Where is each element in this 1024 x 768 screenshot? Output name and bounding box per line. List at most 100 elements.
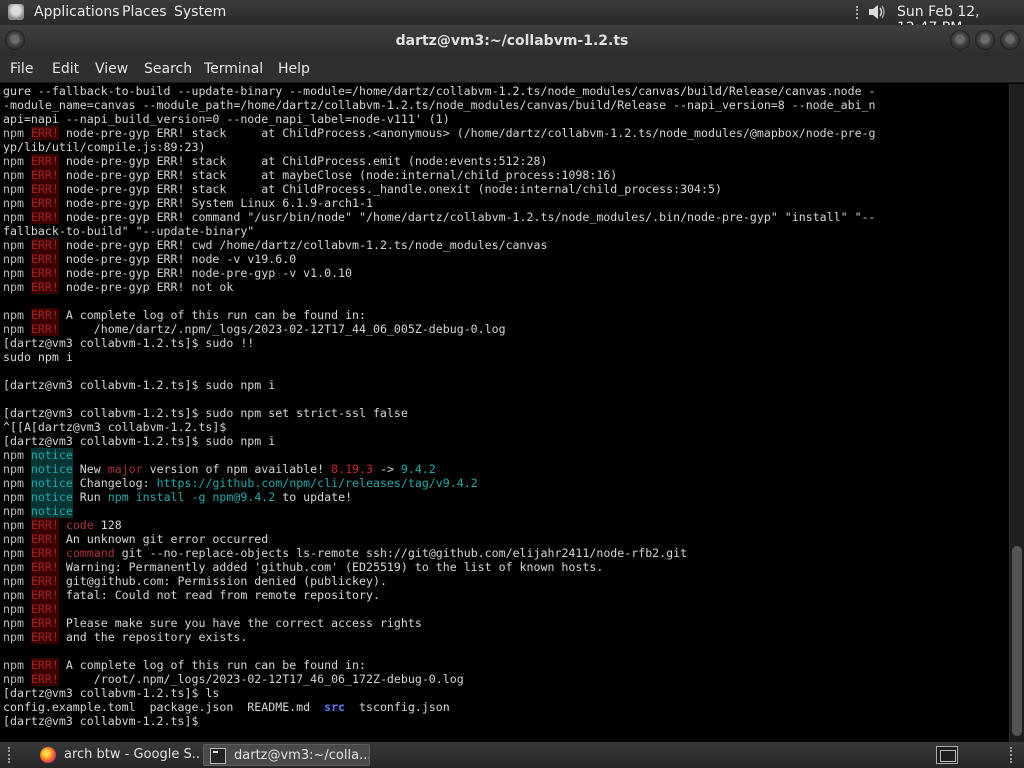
err-tag: ERR!: [30, 322, 59, 336]
terminal-text: command: [65, 546, 115, 560]
terminal-line: npm ERR! node-pre-gyp ERR! not ok: [3, 280, 1009, 294]
terminal-text: config.example.toml package.json README.…: [3, 700, 325, 714]
err-tag: ERR!: [30, 602, 59, 616]
terminal-text: node-pre-gyp ERR! command "/usr/bin/node…: [58, 210, 876, 224]
taskbar-item-browser[interactable]: arch btw - Google S...: [34, 744, 200, 766]
terminal-line: npm ERR! git@github.com: Permission deni…: [3, 574, 1009, 588]
terminal-line: npm ERR! node-pre-gyp ERR! stack at Chil…: [3, 126, 1009, 140]
menu-edit[interactable]: Edit: [52, 61, 79, 77]
err-tag: ERR!: [30, 560, 59, 574]
terminal-text: and the repository exists.: [58, 630, 248, 644]
terminal-text: yp/lib/util/compile.js:89:23): [3, 140, 206, 154]
maximize-button[interactable]: [975, 30, 995, 50]
npm-prefix: npm: [3, 630, 24, 644]
terminal-text: api=napi --napi_build_version=0 --node_n…: [3, 112, 450, 126]
terminal-line: config.example.toml package.json README.…: [3, 700, 1009, 714]
npm-prefix: npm: [3, 560, 24, 574]
terminal-text: Please make sure you have the correct ac…: [58, 616, 422, 630]
terminal-text: [dartz@vm3 collabvm-1.2.ts]$ sudo !!: [3, 336, 255, 350]
terminal-line: npm ERR!: [3, 602, 1009, 616]
terminal-line: npm ERR! node-pre-gyp ERR! stack at Chil…: [3, 182, 1009, 196]
taskbar-item-label: dartz@vm3:~/colla...: [234, 748, 370, 763]
menu-terminal[interactable]: Terminal: [204, 61, 263, 77]
npm-prefix: npm: [3, 672, 24, 686]
err-tag: ERR!: [30, 574, 59, 588]
terminal-line: [dartz@vm3 collabvm-1.2.ts]$ sudo npm i: [3, 434, 1009, 448]
npm-prefix: npm: [3, 658, 24, 672]
err-tag: ERR!: [30, 308, 59, 322]
applications-icon[interactable]: [8, 4, 24, 20]
terminal-text: node-pre-gyp ERR! node -v v19.6.0: [58, 252, 297, 266]
terminal-line: yp/lib/util/compile.js:89:23): [3, 140, 1009, 154]
menu-file[interactable]: File: [10, 61, 33, 77]
npm-prefix: npm: [3, 532, 24, 546]
err-tag: ERR!: [30, 546, 59, 560]
npm-prefix: npm: [3, 448, 24, 462]
err-tag: ERR!: [30, 266, 59, 280]
terminal-scrollbar[interactable]: [1009, 84, 1024, 742]
terminal-text: A complete log of this run can be found …: [58, 308, 366, 322]
show-desktop-icon[interactable]: [936, 746, 958, 764]
terminal-text: -module_name=canvas --module_path=/home/…: [3, 98, 876, 112]
menu-help[interactable]: Help: [278, 61, 310, 77]
terminal-text: /root/.npm/_logs/2023-02-12T17_46_06_172…: [58, 672, 464, 686]
terminal-text: fallback-to-build" "--update-binary": [3, 224, 255, 238]
tray-handle: [856, 6, 860, 19]
menu-places[interactable]: Places: [122, 4, 167, 20]
terminal-text: https://github.com/npm/cli/releases/tag/…: [156, 476, 478, 490]
notice-tag: notice: [30, 504, 73, 518]
npm-prefix: npm: [3, 462, 24, 476]
terminal-line: npm ERR! Warning: Permanently added 'git…: [3, 560, 1009, 574]
npm-prefix: npm: [3, 504, 24, 518]
taskbar-item-label: arch btw - Google S...: [64, 747, 200, 762]
terminal-line: npm ERR! node-pre-gyp ERR! node-pre-gyp …: [3, 266, 1009, 280]
terminal-text: [dartz@vm3 collabvm-1.2.ts]$ sudo npm i: [3, 434, 276, 448]
taskbar: arch btw - Google S... dartz@vm3:~/colla…: [0, 742, 1024, 768]
top-panel: Applications Places System Sun Feb 12, 1…: [0, 0, 1024, 36]
terminal-text: [dartz@vm3 collabvm-1.2.ts]$ sudo npm se…: [3, 406, 408, 420]
close-button[interactable]: [1000, 30, 1020, 50]
menu-view[interactable]: View: [95, 61, 128, 77]
volume-icon[interactable]: [866, 2, 888, 22]
menu-applications[interactable]: Applications: [34, 4, 120, 20]
menubar: File Edit View Search Terminal Help: [0, 56, 1024, 83]
terminal-text: version of npm available!: [142, 462, 332, 476]
window-titlebar[interactable]: dartz@vm3:~/collabvm-1.2.ts: [0, 25, 1024, 56]
terminal-text: to update!: [275, 490, 353, 504]
terminal-output[interactable]: gure --fallback-to-build --update-binary…: [0, 84, 1009, 742]
terminal-text: node-pre-gyp ERR! not ok: [58, 280, 234, 294]
taskbar-item-terminal[interactable]: dartz@vm3:~/colla...: [203, 744, 370, 766]
terminal-text: git --no-replace-objects ls-remote ssh:/…: [114, 546, 688, 560]
terminal-text: node-pre-gyp ERR! stack at maybeClose (n…: [58, 168, 618, 182]
minimize-button[interactable]: [950, 30, 970, 50]
npm-prefix: npm: [3, 322, 24, 336]
npm-prefix: npm: [3, 308, 24, 322]
terminal-line: gure --fallback-to-build --update-binary…: [3, 84, 1009, 98]
terminal-line: npm ERR! code 128: [3, 518, 1009, 532]
err-tag: ERR!: [30, 168, 59, 182]
terminal-text: 9.4.2: [400, 462, 436, 476]
menu-search[interactable]: Search: [144, 61, 192, 77]
npm-prefix: npm: [3, 154, 24, 168]
terminal-line: fallback-to-build" "--update-binary": [3, 224, 1009, 238]
terminal-line: npm ERR! An unknown git error occurred: [3, 532, 1009, 546]
terminal-text: Warning: Permanently added 'github.com' …: [58, 560, 604, 574]
npm-prefix: npm: [3, 252, 24, 266]
terminal-text: node-pre-gyp ERR! node-pre-gyp -v v1.0.1…: [58, 266, 353, 280]
err-tag: ERR!: [30, 196, 59, 210]
terminal-line: npm ERR! node-pre-gyp ERR! System Linux …: [3, 196, 1009, 210]
terminal-line: npm notice New major version of npm avai…: [3, 462, 1009, 476]
menu-system[interactable]: System: [174, 4, 226, 20]
scrollbar-thumb[interactable]: [1012, 546, 1022, 736]
terminal-line: [dartz@vm3 collabvm-1.2.ts]$ sudo npm se…: [3, 406, 1009, 420]
